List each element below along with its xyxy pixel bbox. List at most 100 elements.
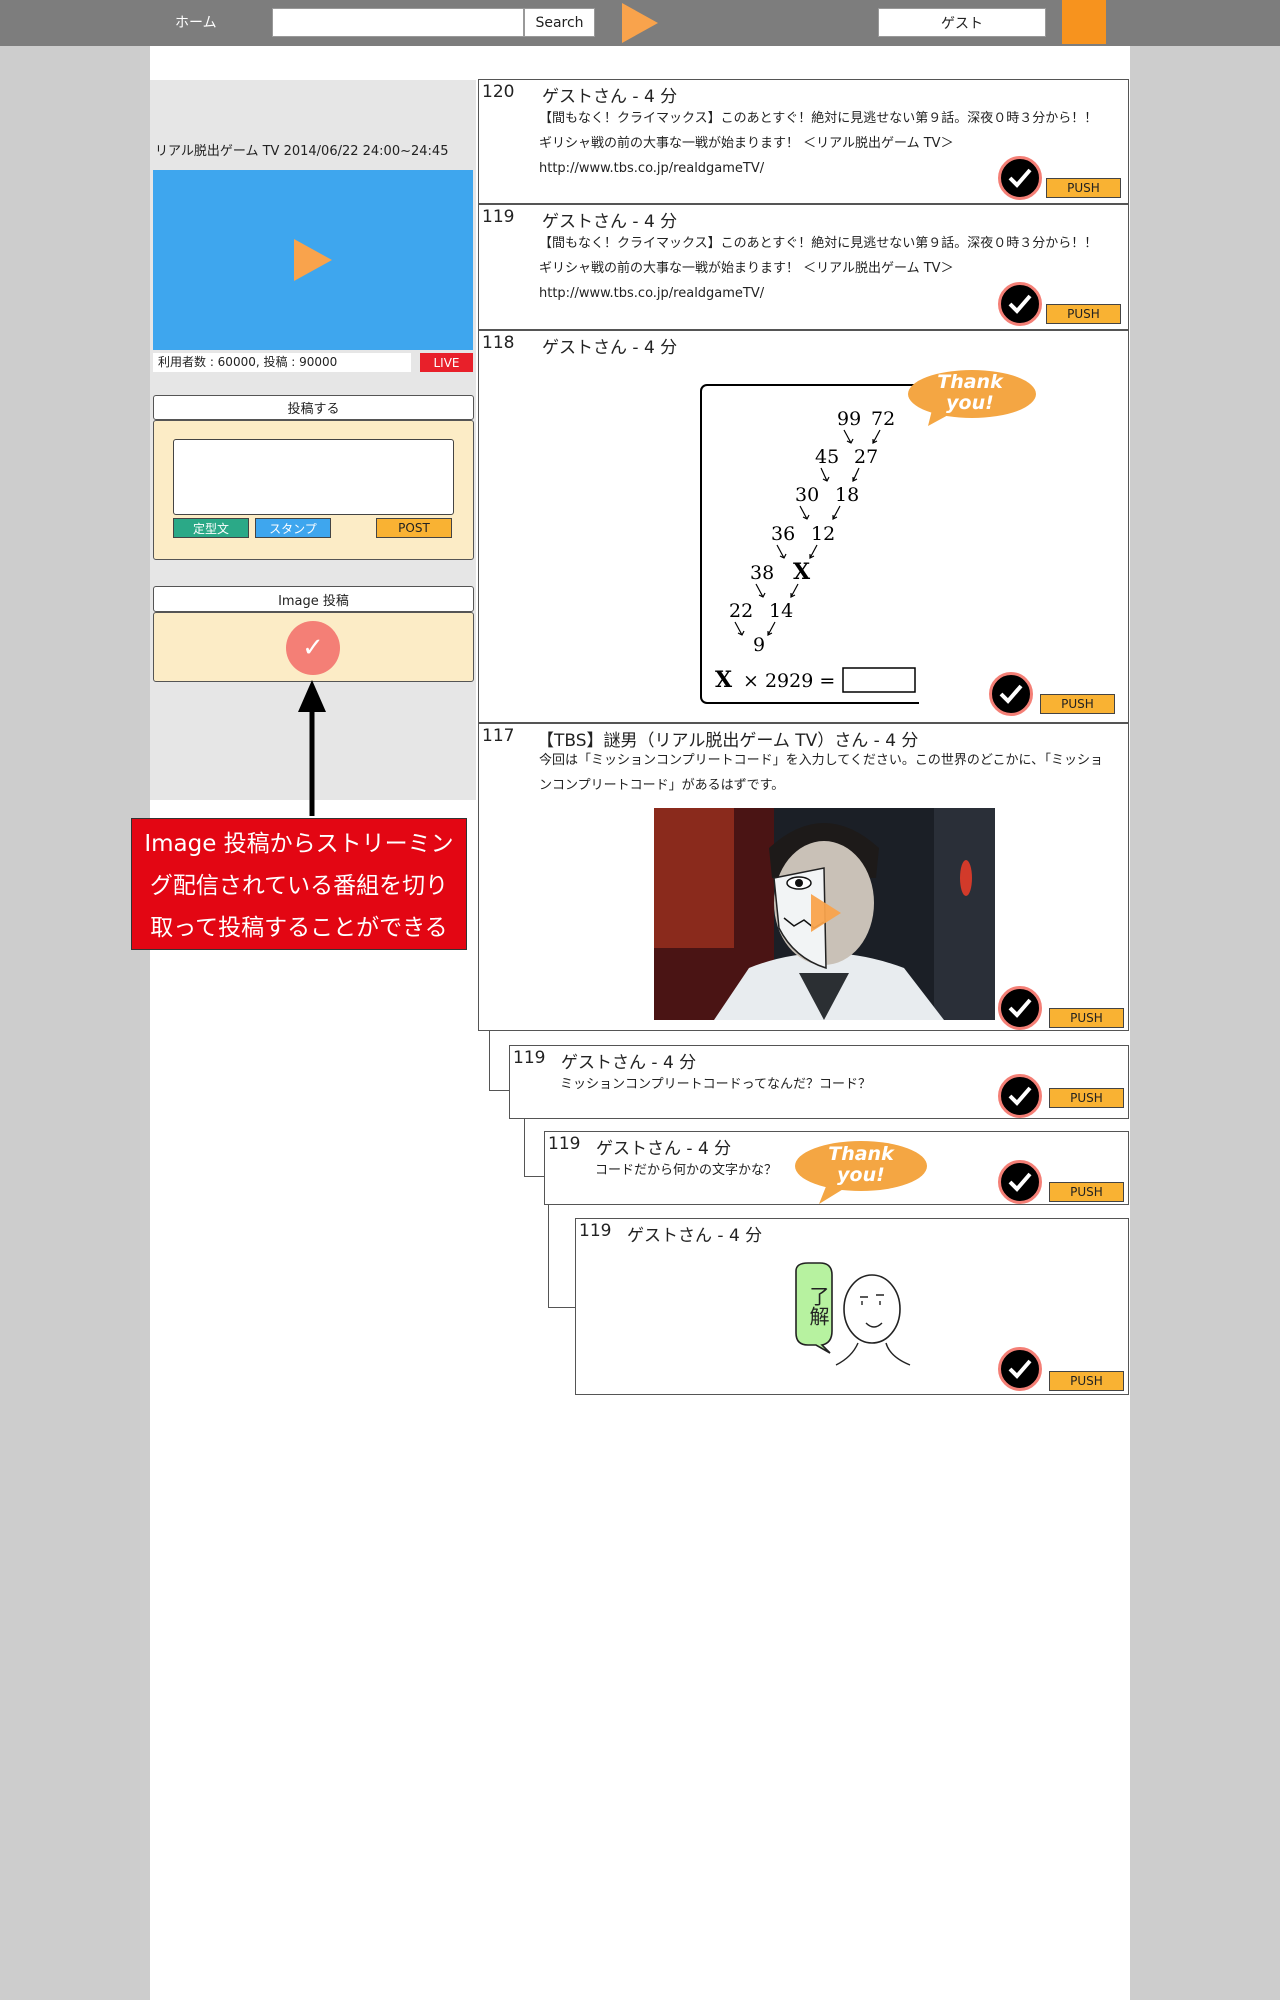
annotation-callout: Image 投稿からストリーミン グ配信されている番組を切り 取って投稿すること… bbox=[131, 818, 467, 950]
check-button[interactable] bbox=[998, 1160, 1042, 1204]
post-text-line: ンコンプリートコード」があるはずです。 bbox=[539, 778, 785, 793]
viewer-stats: 利用者数 : 60000, 投稿 : 90000 bbox=[153, 353, 411, 372]
puzzle-number: 45 bbox=[815, 446, 839, 468]
feed-post: 119 ゲストさん - 4 分 【間もなく！クライマックス】このあとすぐ！絶対に… bbox=[478, 204, 1129, 330]
post-author: ゲストさん - 4 分 bbox=[561, 1053, 697, 1073]
push-button[interactable]: PUSH bbox=[1049, 1088, 1124, 1108]
push-button[interactable]: PUSH bbox=[1049, 1182, 1124, 1202]
menu-button[interactable] bbox=[1062, 0, 1106, 44]
check-button[interactable] bbox=[998, 1074, 1042, 1118]
post-text-line: 【間もなく！クライマックス】このあとすぐ！絶対に見逃せない第９話。深夜０時３分か… bbox=[539, 236, 1098, 251]
post-number: 119 bbox=[482, 207, 515, 227]
character-sticker[interactable]: 了解 bbox=[786, 1261, 926, 1385]
reply-post: 119 ゲストさん - 4 分 ミッションコンプリートコードってなんだ？コード？… bbox=[509, 1045, 1129, 1119]
puzzle-number: 9 bbox=[753, 634, 765, 656]
post-author: ゲストさん - 4 分 bbox=[596, 1139, 732, 1159]
reply-post: 119 ゲストさん - 4 分 了解 PUSH bbox=[575, 1218, 1129, 1395]
checkmark-icon bbox=[1008, 168, 1032, 188]
post-link[interactable]: http://www.tbs.co.jp/realdgameTV/ bbox=[539, 281, 764, 306]
post-text-line: 今回は「ミッションコンプリートコード」を入力してください。この世界のどこかに､「… bbox=[539, 753, 1103, 768]
checkmark-icon: ✓ bbox=[302, 633, 324, 663]
post-author: ゲストさん - 4 分 bbox=[542, 87, 678, 107]
post-number: 118 bbox=[482, 333, 515, 353]
sticker-line: Thank bbox=[937, 371, 1003, 393]
sticker-text: Thank you! bbox=[902, 372, 1038, 414]
search-input[interactable] bbox=[272, 8, 524, 37]
post-link[interactable]: http://www.tbs.co.jp/realdgameTV/ bbox=[539, 156, 764, 181]
play-icon[interactable] bbox=[292, 237, 334, 283]
post-number: 119 bbox=[579, 1221, 612, 1241]
checkmark-icon bbox=[1008, 1172, 1032, 1192]
play-icon[interactable] bbox=[620, 1, 660, 45]
puzzle-number: 27 bbox=[854, 446, 878, 468]
guest-user-button[interactable]: ゲスト bbox=[878, 8, 1046, 37]
sticker-line: you! bbox=[837, 1164, 885, 1186]
play-icon[interactable] bbox=[809, 892, 843, 934]
equation-text: × 2929 = bbox=[743, 670, 835, 692]
checkmark-icon bbox=[1008, 1086, 1032, 1106]
puzzle-number: 30 bbox=[795, 484, 819, 506]
sticker-text: Thank you! bbox=[793, 1144, 929, 1186]
push-button[interactable]: PUSH bbox=[1040, 694, 1115, 714]
post-button[interactable]: POST bbox=[376, 518, 452, 538]
reply-post: 119 ゲストさん - 4 分 コードだから何かの文字かな？ Thank you… bbox=[544, 1131, 1129, 1205]
check-button[interactable] bbox=[998, 156, 1042, 200]
post-number: 117 bbox=[482, 726, 515, 746]
thread-connector bbox=[548, 1204, 549, 1308]
feed-post: 117 【TBS】謎男（リアル脱出ゲーム TV）さん - 4 分 今回は「ミッシ… bbox=[478, 723, 1129, 1031]
puzzle-number: 12 bbox=[811, 523, 835, 545]
sticker-line: Thank bbox=[828, 1143, 894, 1165]
push-button[interactable]: PUSH bbox=[1046, 304, 1121, 324]
video-player[interactable] bbox=[153, 170, 473, 350]
thread-connector bbox=[489, 1031, 490, 1091]
post-number: 120 bbox=[482, 82, 515, 102]
push-button[interactable]: PUSH bbox=[1049, 1008, 1124, 1028]
image-post-button[interactable]: ✓ bbox=[286, 621, 340, 675]
live-badge: LIVE bbox=[420, 353, 473, 372]
puzzle-number: 22 bbox=[729, 600, 753, 622]
check-button[interactable] bbox=[998, 1347, 1042, 1391]
puzzle-variable: X bbox=[793, 559, 811, 585]
thread-connector bbox=[524, 1176, 544, 1177]
post-text-line: ギリシャ戦の前の大事な一戦が始まります！ ＜リアル脱出ゲーム TV＞ bbox=[539, 261, 954, 276]
post-text-line: コードだから何かの文字かな？ bbox=[595, 1163, 778, 1178]
post-number: 119 bbox=[548, 1134, 581, 1154]
home-link[interactable]: ホーム bbox=[175, 12, 217, 32]
video-thumbnail[interactable] bbox=[654, 808, 995, 1020]
up-arrow-icon bbox=[298, 680, 326, 816]
thank-you-sticker[interactable]: Thank you! bbox=[902, 366, 1038, 428]
post-section-header: 投稿する bbox=[153, 395, 474, 420]
stamp-button[interactable]: スタンプ bbox=[255, 518, 331, 538]
sticker-text: 了解 bbox=[806, 1286, 830, 1326]
thread-connector bbox=[489, 1090, 509, 1091]
checkmark-icon bbox=[999, 684, 1023, 704]
puzzle-number: 72 bbox=[871, 408, 895, 430]
thank-you-sticker[interactable]: Thank you! bbox=[793, 1138, 929, 1208]
sticker-line: you! bbox=[946, 392, 994, 414]
puzzle-number: 14 bbox=[769, 600, 793, 622]
check-button[interactable] bbox=[998, 986, 1042, 1030]
thread-connector bbox=[548, 1307, 575, 1308]
annotation-line: Image 投稿からストリーミン bbox=[144, 831, 454, 857]
equation-variable: X bbox=[715, 667, 733, 693]
search-button[interactable]: Search bbox=[524, 8, 595, 37]
check-button[interactable] bbox=[989, 672, 1033, 716]
post-author: ゲストさん - 4 分 bbox=[627, 1226, 763, 1246]
feed-post: 118 ゲストさん - 4 分 99 72 45 27 30 18 36 12 … bbox=[478, 330, 1129, 723]
post-textarea[interactable] bbox=[173, 439, 454, 515]
post-text-line: ミッションコンプリートコードってなんだ？コード？ bbox=[560, 1077, 871, 1092]
post-text-line: ギリシャ戦の前の大事な一戦が始まります！ ＜リアル脱出ゲーム TV＞ bbox=[539, 136, 954, 151]
checkmark-icon bbox=[1008, 998, 1032, 1018]
thread-connector bbox=[524, 1118, 525, 1176]
template-text-button[interactable]: 定型文 bbox=[173, 518, 249, 538]
puzzle-number: 18 bbox=[835, 484, 859, 506]
post-number: 119 bbox=[513, 1048, 546, 1068]
push-button[interactable]: PUSH bbox=[1046, 178, 1121, 198]
check-button[interactable] bbox=[998, 282, 1042, 326]
push-button[interactable]: PUSH bbox=[1049, 1371, 1124, 1391]
post-author: ゲストさん - 4 分 bbox=[542, 338, 678, 358]
number-puzzle-image[interactable]: 99 72 45 27 30 18 36 12 38 X 22 14 9 X ×… bbox=[699, 383, 919, 705]
checkmark-icon bbox=[1008, 294, 1032, 314]
puzzle-number: 99 bbox=[837, 408, 861, 430]
annotation-line: グ配信されている番組を切り bbox=[149, 873, 449, 899]
